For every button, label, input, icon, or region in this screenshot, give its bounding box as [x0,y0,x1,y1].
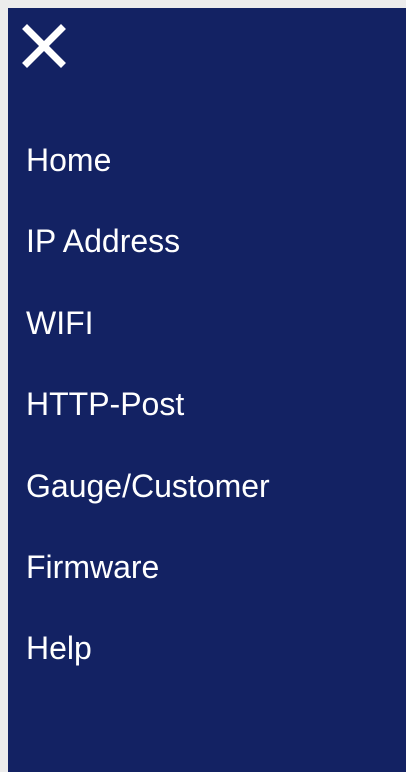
close-button[interactable] [20,22,68,70]
navigation-drawer: Home IP Address WIFI HTTP-Post Gauge/Cus… [8,8,406,772]
menu-item-label: WIFI [26,304,94,341]
menu-item-firmware[interactable]: Firmware [8,533,406,614]
menu-item-http-post[interactable]: HTTP-Post [8,370,406,451]
menu-item-label: Home [26,142,112,178]
menu-item-wifi[interactable]: WIFI [8,289,406,370]
menu-item-label: Firmware [26,548,160,585]
menu-item-home[interactable]: Home [8,126,406,207]
nav-menu: Home IP Address WIFI HTTP-Post Gauge/Cus… [8,126,406,696]
menu-item-label: HTTP-Post [26,386,185,423]
menu-item-label: Gauge/Customer [26,467,270,504]
menu-item-gauge-customer[interactable]: Gauge/Customer [8,452,406,533]
menu-item-ip-address[interactable]: IP Address [8,207,406,288]
menu-item-label: Help [26,630,92,667]
menu-item-help[interactable]: Help [8,614,406,695]
menu-item-label: IP Address [26,223,181,260]
close-icon [22,24,66,68]
